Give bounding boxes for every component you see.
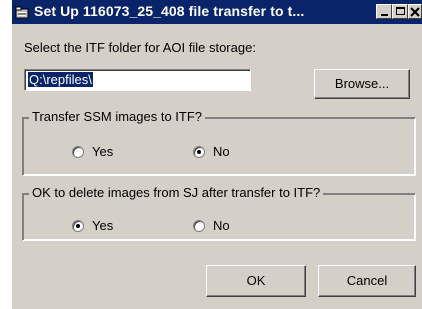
- folder-transfer-icon: [15, 6, 29, 19]
- minimize-icon: [381, 14, 388, 16]
- ok-button-label: OK: [246, 273, 266, 288]
- cancel-button-label: Cancel: [346, 273, 388, 288]
- folder-path-input[interactable]: Q:\repfiles\: [24, 69, 251, 91]
- ssm-no-label[interactable]: No: [213, 144, 230, 159]
- radio-selected-dot: [76, 224, 80, 228]
- minimize-button[interactable]: [376, 4, 392, 19]
- delete-no-radio[interactable]: [193, 220, 205, 232]
- folder-prompt-label: Select the ITF folder for AOI file stora…: [24, 40, 256, 55]
- window-title: Set Up 116073_25_408 file transfer to t.…: [34, 3, 305, 19]
- ssm-yes-radio[interactable]: [72, 146, 84, 158]
- delete-yes-label[interactable]: Yes: [92, 218, 113, 233]
- cancel-button[interactable]: Cancel: [318, 265, 416, 297]
- ssm-no-radio[interactable]: [193, 146, 205, 158]
- delete-yes-radio[interactable]: [72, 220, 84, 232]
- close-icon: [410, 7, 420, 17]
- ssm-transfer-group-title: Transfer SSM images to ITF?: [29, 109, 206, 124]
- delete-images-group-title: OK to delete images from SJ after transf…: [29, 185, 324, 200]
- delete-no-label[interactable]: No: [213, 218, 230, 233]
- maximize-button[interactable]: [392, 4, 408, 19]
- close-button[interactable]: [408, 4, 422, 19]
- ssm-yes-label[interactable]: Yes: [92, 144, 113, 159]
- maximize-icon: [396, 7, 405, 15]
- radio-selected-dot: [197, 150, 201, 154]
- folder-path-value: Q:\repfiles\: [28, 72, 93, 87]
- dialog-window: Set Up 116073_25_408 file transfer to t.…: [12, 0, 422, 309]
- delete-images-group: OK to delete images from SJ after transf…: [22, 185, 416, 241]
- ok-button[interactable]: OK: [206, 265, 306, 297]
- browse-button-label: Browse...: [334, 76, 390, 91]
- title-bar[interactable]: Set Up 116073_25_408 file transfer to t.…: [12, 0, 422, 24]
- browse-button[interactable]: Browse...: [314, 69, 410, 99]
